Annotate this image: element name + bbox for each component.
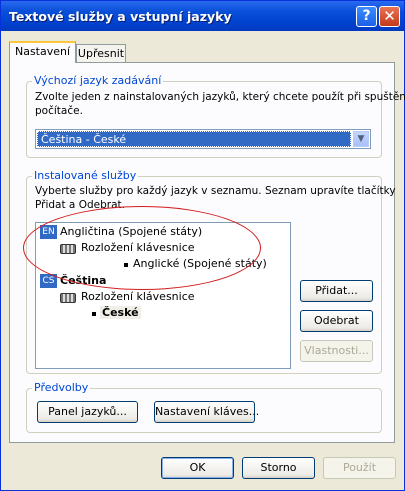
properties-button[interactable]: Vlastnosti... [300,340,373,362]
installed-services-description-1: Vyberte služby pro každý jazyk v seznamu… [35,185,396,197]
help-icon[interactable]: ? [356,6,377,27]
default-language-value: Čeština - České [37,131,351,147]
bullet-icon [92,312,96,316]
installed-services-description-2: Přidat a Odebrat. [35,199,125,211]
language-badge-cs: CS [40,274,57,288]
key-settings-button[interactable]: Nastavení kláves... [154,401,259,423]
installed-services-legend: Instalované služby [32,169,139,182]
language-bar-button[interactable]: Panel jazyků... [37,401,138,423]
keyboard-icon [60,244,76,254]
ok-button[interactable]: OK [161,457,234,479]
add-button[interactable]: Přidat... [300,280,373,302]
cancel-button[interactable]: Storno [242,457,315,479]
remove-button[interactable]: Odebrat [300,310,373,332]
default-language-legend: Výchozí jazyk zadávání [32,74,164,87]
chevron-down-icon[interactable]: ▼ [353,131,369,147]
title-bar[interactable]: Textové služby a vstupní jazyky ? ✕ [1,1,404,31]
tab-settings[interactable]: Nastavení [9,41,76,63]
close-icon[interactable]: ✕ [379,6,400,27]
preferences-legend: Předvolby [32,381,91,394]
apply-button[interactable]: Použít [323,457,396,479]
keyboard-icon [60,293,76,303]
tree-category-cs[interactable]: Rozložení klávesnice [81,290,195,303]
tree-layout-cs[interactable]: České [100,306,141,319]
default-language-description-1: Zvolte jeden z nainstalovaných jazyků, k… [35,91,405,103]
tree-category-en[interactable]: Rozložení klávesnice [81,241,195,254]
default-language-description-2: počítače. [35,105,83,117]
tab-advanced[interactable]: Upřesnit [76,44,126,63]
default-language-select[interactable]: Čeština - České ▼ [35,129,371,149]
bullet-icon [124,263,128,267]
tree-language-cs[interactable]: Čeština [60,274,106,287]
window-title: Textové služby a vstupní jazyky [9,9,232,24]
tree-language-en[interactable]: Angličtina (Spojené státy) [60,225,202,238]
language-badge-en: EN [40,225,57,239]
tree-layout-en[interactable]: Anglické (Spojené státy) [133,257,267,270]
services-tree[interactable]: EN Angličtina (Spojené státy) Rozložení … [35,222,291,369]
dialog-window: Textové služby a vstupní jazyky ? ✕ Nast… [0,0,405,491]
